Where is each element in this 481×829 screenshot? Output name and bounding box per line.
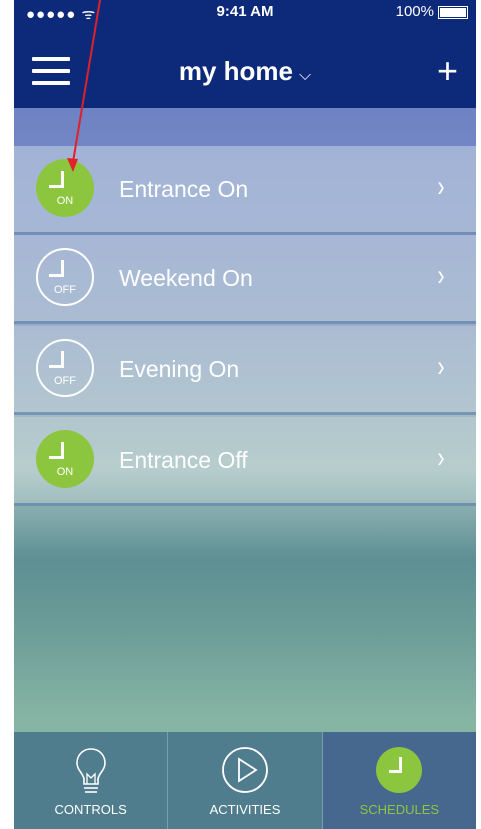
annotation-arrow [67, 0, 101, 172]
